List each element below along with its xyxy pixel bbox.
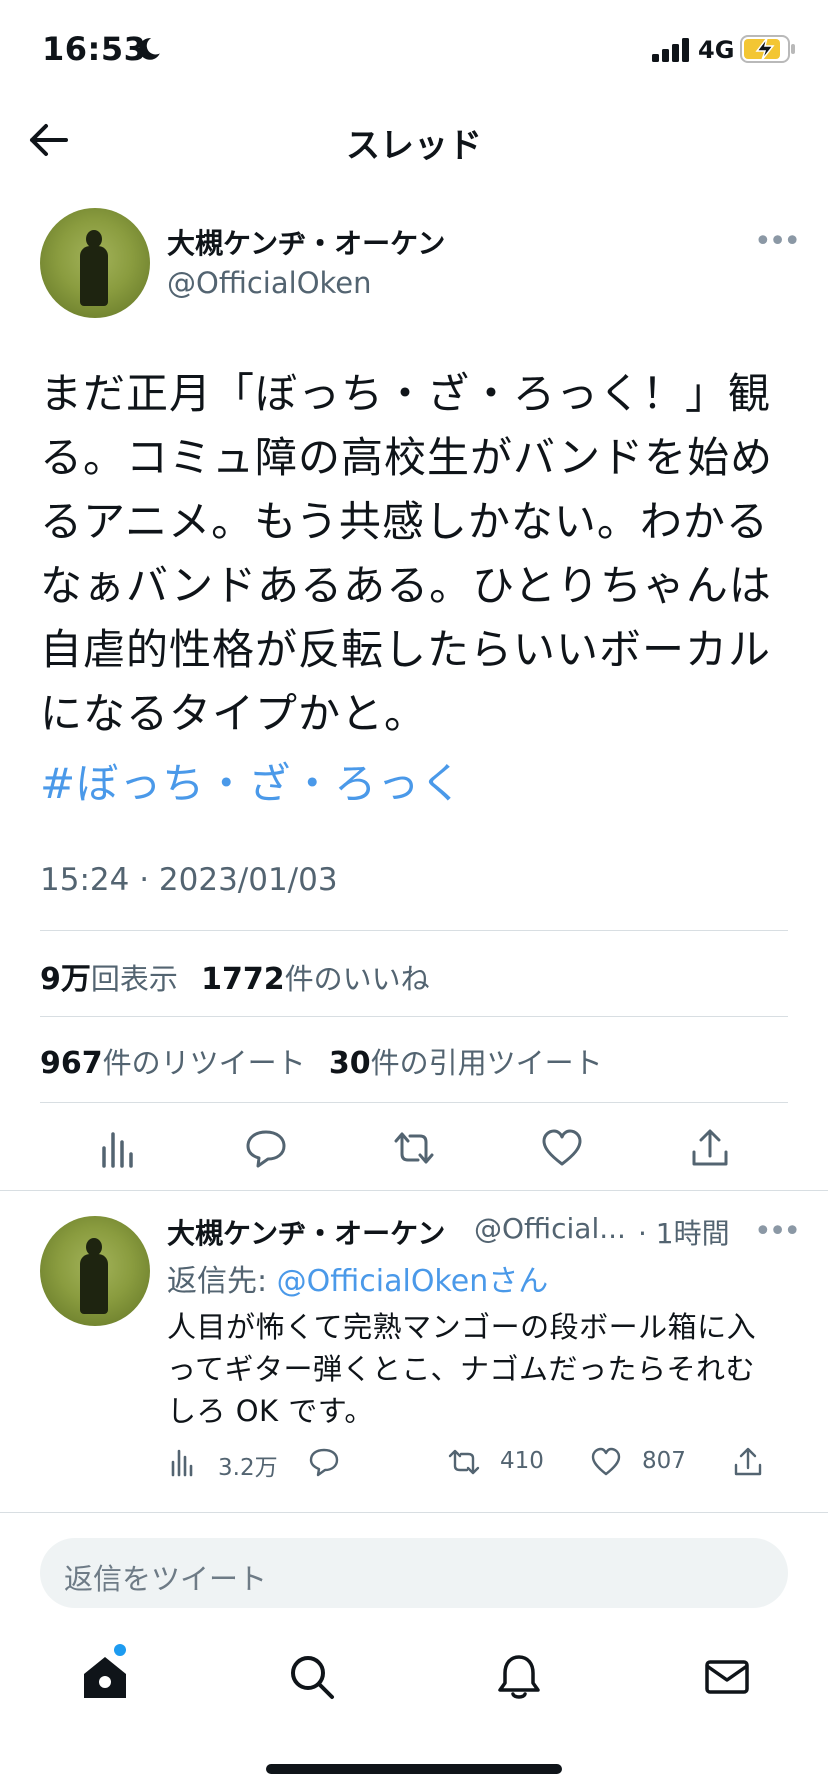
- reply-icon[interactable]: [244, 1126, 288, 1170]
- bottom-tab-bar: [0, 1630, 828, 1730]
- tweet-text-line: る。コミュ障の高校生がバンドを始め: [40, 433, 774, 482]
- hashtag-link[interactable]: #ぼっち・ざ・ろっく: [40, 752, 463, 816]
- thread-header: スレッド: [0, 100, 828, 180]
- retweets-stat[interactable]: 967件のリツイート: [40, 1046, 306, 1081]
- views-count: 9万: [40, 962, 91, 997]
- reply-composer-placeholder: 返信をツイート: [64, 1562, 268, 1596]
- home-icon[interactable]: [80, 1652, 130, 1702]
- reply-retweet-count: 410: [500, 1448, 544, 1474]
- quotes-label: 件の引用ツイート: [370, 1046, 603, 1080]
- messages-envelope-icon[interactable]: [702, 1652, 752, 1702]
- author-name[interactable]: 大槻ケンヂ・オーケン: [167, 222, 445, 262]
- analytics-icon[interactable]: [96, 1126, 140, 1170]
- avatar[interactable]: [40, 208, 150, 318]
- reply-action-bar: 3.2万 410 807: [0, 1440, 828, 1490]
- search-icon[interactable]: [287, 1652, 337, 1702]
- signal-bars-icon: [652, 38, 689, 62]
- views-stat[interactable]: 9万回表示: [40, 962, 178, 997]
- quotes-count: 30: [328, 1046, 371, 1081]
- home-indicator[interactable]: [266, 1764, 562, 1774]
- retweets-count: 967: [40, 1046, 103, 1081]
- reply-to-suffix: さん: [488, 1264, 549, 1299]
- tweet-text-line: なぁバンドあるある。ひとりちゃんは: [40, 561, 772, 610]
- more-options-icon[interactable]: •••: [754, 1217, 801, 1247]
- like-heart-icon[interactable]: [590, 1446, 622, 1478]
- more-options-icon[interactable]: •••: [754, 227, 801, 257]
- divider: [40, 930, 788, 931]
- quotes-stat[interactable]: 30件の引用ツイート: [328, 1046, 603, 1081]
- retweet-icon[interactable]: [392, 1126, 436, 1170]
- share-icon[interactable]: [688, 1126, 732, 1170]
- likes-label: 件のいいね: [284, 962, 430, 996]
- share-icon[interactable]: [732, 1446, 764, 1478]
- page-title: スレッド: [346, 126, 482, 166]
- divider: [0, 1512, 828, 1513]
- tweet-action-bar: [0, 1110, 828, 1186]
- reply-like-count: 807: [642, 1448, 686, 1474]
- reply-text-line: 人目が怖くて完熟マンゴーの段ボール箱に入: [167, 1310, 757, 1344]
- moon-icon: [139, 38, 160, 60]
- reply-author-name[interactable]: 大槻ケンヂ・オーケン: [167, 1212, 445, 1252]
- reply-author-handle[interactable]: @Official...: [474, 1212, 626, 1245]
- home-notification-dot: [114, 1644, 126, 1656]
- reply-to-mention[interactable]: @OfficialOken: [277, 1264, 489, 1299]
- battery-charging-icon: [740, 35, 795, 63]
- retweets-label: 件のリツイート: [102, 1046, 306, 1080]
- reply-avatar[interactable]: [40, 1216, 150, 1326]
- reply-composer[interactable]: 返信をツイート: [40, 1538, 788, 1608]
- reply-to-line: 返信先: @OfficialOkenさん: [167, 1256, 548, 1300]
- views-label: 回表示: [90, 962, 178, 996]
- analytics-icon[interactable]: [167, 1446, 199, 1478]
- divider: [40, 1102, 788, 1103]
- reply-text: 人目が怖くて完熟マンゴーの段ボール箱に入 ってギター弾くとこ、ナゴムだったらそれ…: [167, 1306, 767, 1432]
- tweet-text-line: るアニメ。もう共感しかない。わかる: [40, 497, 769, 546]
- like-heart-icon[interactable]: [540, 1126, 584, 1170]
- tweet-text-line: 自虐的性格が反転したらいいボーカル: [40, 625, 772, 674]
- tweet-timestamp: 15:24 · 2023/01/03: [40, 862, 338, 898]
- status-time: 16:53: [42, 30, 147, 68]
- likes-stat[interactable]: 1772件のいいね: [201, 962, 430, 997]
- tweet-text: まだ正月「ぼっち・ざ・ろっく！」観 る。コミュ障の高校生がバンドを始め るアニメ…: [40, 362, 790, 746]
- divider: [40, 1016, 788, 1017]
- network-type: 4G: [698, 36, 735, 64]
- reply-text-line: ってギター弾くとこ、ナゴムだったらそれむ: [167, 1352, 755, 1386]
- avatar-figure-body: [80, 1254, 108, 1314]
- author-handle[interactable]: @OfficialOken: [167, 266, 372, 300]
- reply-icon[interactable]: [308, 1446, 340, 1478]
- stats-retweets-quotes: 967件のリツイート 30件の引用ツイート: [40, 1040, 617, 1082]
- likes-count: 1772: [201, 962, 285, 997]
- tweet-text-line: まだ正月「ぼっち・ざ・ろっく！」観: [40, 369, 772, 418]
- reply-text-line: しろ OK です。: [167, 1394, 374, 1428]
- divider: [0, 1190, 828, 1191]
- stats-views-likes: 9万回表示 1772件のいいね: [40, 954, 444, 998]
- reply-views-count: 3.2万: [218, 1455, 278, 1481]
- tweet-text-line: になるタイプかと。: [40, 689, 428, 738]
- notifications-bell-icon[interactable]: [494, 1652, 544, 1702]
- status-bar: 16:53 4G: [0, 0, 828, 100]
- reply-to-prefix: 返信先:: [167, 1264, 268, 1299]
- retweet-icon[interactable]: [448, 1446, 480, 1478]
- avatar-figure-body: [80, 246, 108, 306]
- reply-time: · 1時間: [638, 1217, 730, 1250]
